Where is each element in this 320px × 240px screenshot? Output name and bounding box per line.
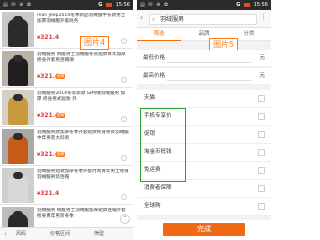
jacket-shape xyxy=(8,58,28,86)
product-thumbnail[interactable] xyxy=(2,129,34,164)
product-title[interactable]: man Jeep2014冬季新品羽绒服中长款男士加厚羽绒服外套商务 xyxy=(37,13,129,31)
signal-icon: G xyxy=(98,2,103,8)
result-item[interactable]: 羽绒服男款加厚冬季外套短款修身男式羽绒服中年男装大码男 ¥321.4 包邮 · xyxy=(0,127,133,166)
product-price: ¥321.4 xyxy=(37,190,60,197)
jacket-shape xyxy=(8,136,28,164)
filter-option[interactable]: 全球购 xyxy=(137,198,271,216)
max-price-row: 最高价格 元 xyxy=(137,68,271,85)
filter-checkbox[interactable] xyxy=(258,203,265,210)
more-icon[interactable]: · xyxy=(121,116,127,122)
filter-checkbox[interactable] xyxy=(258,149,265,156)
battery-icon xyxy=(243,2,250,7)
min-price-input[interactable] xyxy=(167,54,251,63)
product-title[interactable]: 羽绒服男 韩版男士羽绒服加厚短款连帽外套修身青年男装冬季 xyxy=(37,208,129,226)
bottom-tab-size[interactable]: 风码 xyxy=(16,228,26,240)
search-input[interactable]: ⌕ 羽绒服男 xyxy=(149,14,257,25)
filter-checkbox[interactable] xyxy=(258,167,265,174)
result-item[interactable]: 羽绒服男 韩版男士羽绒服冬装短款青年加厚修身外套男连帽潮 ¥321.4 包邮 · xyxy=(0,49,133,88)
min-price-label: 最低价格 xyxy=(143,55,166,61)
free-shipping-badge: 包邮 xyxy=(56,74,66,79)
filter-option[interactable]: 消费者保障 xyxy=(137,180,271,198)
more-menu-icon[interactable]: ⋮ xyxy=(260,13,267,21)
filter-screen: ▤ ✉ ⊕ ✿ G 15:56 ‹ ⌕ 羽绒服男 ⋮ 筛选 品牌 分类 图片5 … xyxy=(137,0,271,240)
price-value: 321.4 xyxy=(40,34,60,41)
more-icon[interactable]: · xyxy=(121,38,127,44)
collar-shape xyxy=(13,94,23,101)
filter-option-label: 全球购 xyxy=(144,203,161,209)
done-button[interactable]: 完成 xyxy=(163,223,245,236)
status-bar: ▤ ✉ ⊕ ✿ G 15:56 xyxy=(0,0,133,10)
filter-option-label: 天猫 xyxy=(144,95,156,101)
collar-shape xyxy=(13,133,23,140)
product-price: ¥321.4 xyxy=(37,34,60,41)
results-screen: ▤ ✉ ⊕ ✿ G 15:56 man Jeep2014冬季新品羽绒服中长款男士… xyxy=(0,0,133,240)
more-icon[interactable]: · xyxy=(121,194,127,200)
more-icon[interactable]: · xyxy=(121,77,127,83)
image-label-4: 图片4 xyxy=(80,36,110,50)
collar-shape xyxy=(13,211,23,218)
status-time: 15:56 xyxy=(115,2,130,8)
price-value: 321.4 xyxy=(40,190,60,197)
search-value: 羽绒服男 xyxy=(160,16,185,23)
min-price-unit: 元 xyxy=(259,55,265,61)
highlight-box xyxy=(140,108,186,182)
notification-icons: ▤ ✉ ⊕ ✿ xyxy=(3,2,33,8)
jacket-shape xyxy=(8,19,28,47)
filter-option-label: 消费者保障 xyxy=(144,185,172,191)
product-thumbnail[interactable] xyxy=(2,168,34,203)
bottom-tab-filter[interactable]: 筛型 xyxy=(94,228,104,240)
max-price-unit: 元 xyxy=(259,73,265,79)
result-item[interactable]: 羽绒服男2014冬装新款 白鸭绒羽绒服男 加厚 修身男式短款 外 ¥321.4 包邮… xyxy=(0,88,133,127)
screenshot-stage: ▤ ✉ ⊕ ✿ G 15:56 man Jeep2014冬季新品羽绒服中长款男士… xyxy=(0,0,271,240)
product-thumbnail[interactable] xyxy=(2,90,34,125)
back-icon[interactable]: ‹ xyxy=(4,228,7,240)
done-bar: 完成 xyxy=(137,220,271,240)
jacket-shape xyxy=(8,97,28,125)
status-time: 15:56 xyxy=(253,2,268,8)
filter-checkbox[interactable] xyxy=(258,131,265,138)
filter-tabs: 筛选 品牌 分类 xyxy=(137,28,271,41)
jacket-shape xyxy=(8,175,28,203)
product-title[interactable]: 羽绒服男短款加厚冬季外套时尚青年男士修身羽绒服男装连帽 xyxy=(37,169,129,187)
signal-icon: G xyxy=(236,2,241,8)
status-bar: ▤ ✉ ⊕ ✿ G 15:56 xyxy=(137,0,271,10)
filter-option[interactable]: 天猫 xyxy=(137,90,271,108)
result-item[interactable]: 羽绒服男短款加厚冬季外套时尚青年男士修身羽绒服男装连帽 ¥321.4 · xyxy=(0,166,133,205)
product-thumbnail[interactable] xyxy=(2,51,34,86)
free-shipping-badge: 包邮 xyxy=(56,152,66,157)
product-title[interactable]: 羽绒服男款加厚冬季外套短款修身男式羽绒服中年男装大码男 xyxy=(37,130,129,148)
filter-checkbox[interactable] xyxy=(258,113,265,120)
tab-filter[interactable]: 筛选 xyxy=(137,28,181,41)
product-title[interactable]: 羽绒服男 韩版男士羽绒服冬装短款青年加厚修身外套男连帽潮 xyxy=(37,52,129,70)
product-title[interactable]: 羽绒服男2014冬装新款 白鸭绒羽绒服男 加厚 修身男式短款 外 xyxy=(37,91,129,109)
collar-shape xyxy=(13,16,23,23)
scroll-top-button[interactable]: ⌃ xyxy=(120,214,130,224)
notification-icons: ▤ ✉ ⊕ ✿ xyxy=(140,2,170,8)
collar-shape xyxy=(13,172,23,179)
collar-shape xyxy=(13,55,23,62)
product-thumbnail[interactable] xyxy=(2,12,34,47)
result-item[interactable]: man Jeep2014冬季新品羽绒服中长款男士加厚羽绒服外套商务 ¥321.4 · xyxy=(0,10,133,49)
filter-checkbox[interactable] xyxy=(258,95,265,102)
search-icon: ⌕ xyxy=(152,16,156,23)
back-icon[interactable]: ‹ xyxy=(140,13,143,22)
bottom-bar: ‹ 风码 价格区间 筛型 xyxy=(0,227,133,240)
battery-icon xyxy=(105,2,112,7)
filter-checkbox[interactable] xyxy=(258,185,265,192)
more-icon[interactable]: · xyxy=(121,155,127,161)
min-price-row: 最低价格 元 xyxy=(137,50,271,67)
status-right: G 15:56 xyxy=(98,0,130,10)
status-right: G 15:56 xyxy=(236,0,268,10)
max-price-label: 最高价格 xyxy=(143,73,166,79)
bottom-tab-price-range[interactable]: 价格区间 xyxy=(50,228,70,240)
search-row: ‹ ⌕ 羽绒服男 ⋮ xyxy=(137,10,271,28)
max-price-input[interactable] xyxy=(167,72,251,81)
free-shipping-badge: 包邮 xyxy=(56,113,66,118)
